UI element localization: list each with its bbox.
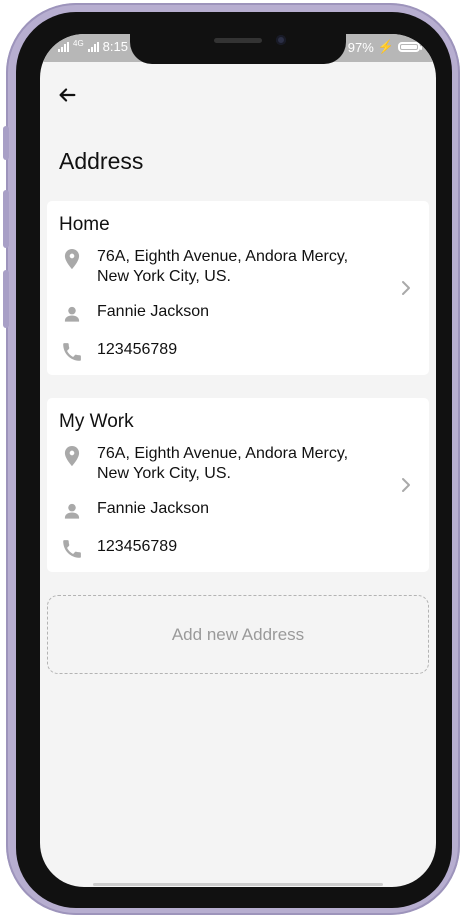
phone-side-button [3,270,9,328]
person-icon [59,302,85,326]
lightning-icon: ⚡ [377,39,394,54]
status-right-group: 97% ⚡ [347,39,422,55]
signal-bars-icon [58,41,69,52]
phone-side-button [3,190,9,248]
status-time: 8:15 [102,39,128,54]
battery-percent: 97% [347,39,374,55]
add-new-address-button[interactable]: Add new Address [47,595,429,674]
person-icon [59,499,85,523]
contact-name-row: Fannie Jackson [59,499,209,523]
phone-icon [59,537,85,561]
phone-row: 123456789 [59,340,177,364]
address-text: 76A, Eighth Avenue, Andora Mercy, New Yo… [97,248,349,285]
speaker-grille [214,38,262,43]
signal-bars-icon [87,41,99,52]
location-pin-icon [59,247,85,271]
address-row: 76A, Eighth Avenue, Andora Mercy, New Yo… [59,247,377,287]
home-indicator [93,883,383,886]
phone-side-button [3,126,9,160]
location-pin-icon [59,444,85,468]
phone-notch [130,34,346,64]
address-screen: 4G 8:15 97% ⚡ Address Home 76A, Eighth A… [40,34,436,887]
phone-row: 123456789 [59,537,177,561]
network-label: 4G [73,39,84,48]
address-row: 76A, Eighth Avenue, Andora Mercy, New Yo… [59,444,377,484]
chevron-right-icon [402,281,410,295]
back-arrow-icon [59,88,76,102]
front-camera-icon [276,35,286,45]
address-card-work[interactable]: My Work 76A, Eighth Avenue, Andora Mercy… [47,398,429,572]
phone-number: 123456789 [97,538,178,555]
phone-icon [59,340,85,364]
chevron-right-icon [402,478,410,492]
address-card-home[interactable]: Home 76A, Eighth Avenue, Andora Mercy, N… [47,201,429,375]
address-text: 76A, Eighth Avenue, Andora Mercy, New Yo… [97,445,349,482]
phone-number: 123456789 [97,341,178,358]
contact-name-row: Fannie Jackson [59,302,209,326]
back-button[interactable] [55,83,79,107]
contact-name: Fannie Jackson [97,303,210,320]
contact-name: Fannie Jackson [97,500,210,517]
status-left-group: 4G 8:15 [58,39,128,54]
battery-level-fill [401,45,417,49]
address-card-title: My Work [59,411,134,432]
page-title: Address [59,148,144,174]
address-card-title: Home [59,214,110,235]
battery-icon [398,42,422,52]
